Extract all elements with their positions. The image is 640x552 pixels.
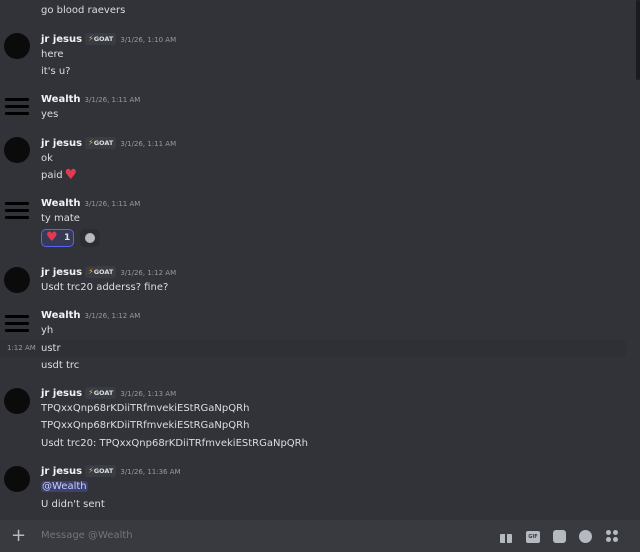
gif-icon[interactable]: GIF — [526, 531, 540, 543]
message-text: yh — [41, 325, 54, 336]
gift-icon[interactable] — [499, 530, 513, 544]
message-line: ty mate — [0, 210, 630, 227]
message-list[interactable]: go blood raevers jr jesus ⚡GOAT 3/1/26, 1:… — [0, 0, 640, 520]
message-timestamp: 3/1/26, 11:36 AM — [120, 468, 181, 476]
message-line: paid ♥ — [0, 167, 630, 184]
message-line: TPQxxQnp68rKDiiTRfmvekiEStRGaNpQRh — [0, 417, 630, 434]
author-name[interactable]: jr jesus — [41, 34, 82, 45]
author-name[interactable]: jr jesus — [41, 388, 82, 399]
message-line: ok — [0, 150, 630, 167]
message-line: U didn't sent — [0, 496, 630, 513]
message-text: paid ♥ — [41, 167, 78, 183]
message-timestamp: 3/1/26, 1:11 AM — [120, 140, 177, 148]
user-mention[interactable]: @Wealth — [41, 481, 88, 492]
heart-icon: ♥ — [46, 230, 58, 245]
message-line: Usdt trc20 adderss? fine? — [0, 279, 630, 296]
message-line: yes — [0, 106, 630, 123]
heart-reaction[interactable]: ♥ 1 — [41, 229, 74, 247]
apps-icon[interactable] — [606, 530, 620, 544]
message-text: go blood raevers — [41, 5, 126, 16]
message-text: yes — [41, 109, 59, 120]
author-name[interactable]: Wealth — [41, 94, 81, 105]
author-name[interactable]: jr jesus — [41, 267, 82, 278]
guild-tag-badge[interactable]: ⚡GOAT — [85, 387, 117, 399]
add-reaction-button[interactable] — [80, 229, 100, 247]
message-line-hovered[interactable]: 1:12 AM ustr — [0, 340, 626, 357]
message-line: @Wealth — [0, 478, 630, 495]
message-line: here — [0, 46, 630, 63]
message-timestamp: 3/1/26, 1:11 AM — [84, 96, 141, 104]
message-composer: + GIF — [0, 520, 640, 552]
message-text: Usdt trc20 adderss? fine? — [41, 282, 169, 293]
message-line: Usdt trc20: TPQxxQnp68rKDiiTRfmvekiEStRG… — [0, 435, 630, 452]
message-line: it's u? — [0, 63, 630, 80]
author-name[interactable]: Wealth — [41, 198, 81, 209]
message-line: usdt trc — [0, 357, 630, 374]
hover-timestamp: 1:12 AM — [7, 344, 36, 352]
emoji-icon[interactable] — [579, 530, 592, 543]
message-line: yh — [0, 322, 630, 339]
heart-emoji-icon: ♥ — [64, 167, 78, 183]
scrollbar-thumb[interactable] — [636, 0, 640, 80]
message-text: ok — [41, 153, 53, 164]
message-line: TPQxxQnp68rKDiiTRfmvekiEStRGaNpQRh — [0, 400, 630, 417]
author-name[interactable]: jr jesus — [41, 138, 82, 149]
message-text: usdt trc — [41, 360, 80, 371]
message-timestamp: 3/1/26, 1:10 AM — [120, 36, 177, 44]
message-text: ustr — [41, 343, 61, 354]
message-text: it's u? — [41, 66, 71, 77]
author-name[interactable]: jr jesus — [41, 466, 82, 477]
message-input[interactable] — [41, 520, 461, 552]
guild-tag-badge[interactable]: ⚡GOAT — [85, 137, 117, 149]
reaction-count: 1 — [64, 233, 71, 243]
guild-tag-badge[interactable]: ⚡GOAT — [85, 465, 117, 477]
message-timestamp: 3/1/26, 1:12 AM — [84, 312, 141, 320]
message-timestamp: 3/1/26, 1:11 AM — [84, 200, 141, 208]
message-text: ty mate — [41, 213, 80, 224]
message-text: TPQxxQnp68rKDiiTRfmvekiEStRGaNpQRh — [41, 420, 250, 431]
sticker-icon[interactable] — [553, 530, 566, 543]
message-text: here — [41, 49, 64, 60]
author-name[interactable]: Wealth — [41, 310, 81, 321]
guild-tag-badge[interactable]: ⚡GOAT — [85, 33, 117, 45]
message-text: U didn't sent — [41, 499, 105, 510]
message-line: go blood raevers — [0, 2, 630, 19]
message-text: TPQxxQnp68rKDiiTRfmvekiEStRGaNpQRh — [41, 403, 250, 414]
message-timestamp: 3/1/26, 1:12 AM — [120, 269, 177, 277]
smiley-icon — [85, 233, 95, 243]
message-timestamp: 3/1/26, 1:13 AM — [120, 390, 177, 398]
guild-tag-badge[interactable]: ⚡GOAT — [85, 266, 117, 278]
message-text: Usdt trc20: TPQxxQnp68rKDiiTRfmvekiEStRG… — [41, 438, 308, 449]
plus-icon[interactable]: + — [11, 526, 26, 546]
